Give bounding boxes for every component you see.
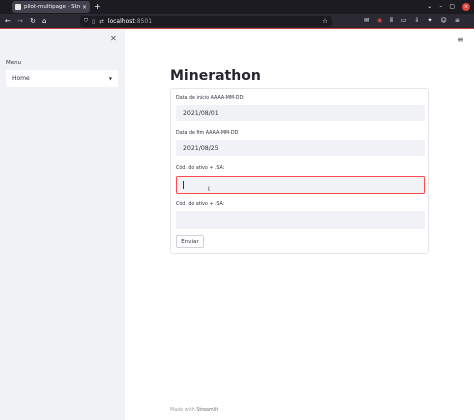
page-content: ✕ Menu Home ▼ ≡ Minerathon Data de iníci…: [0, 30, 474, 420]
end-date-label: Data de fim AAAA-MM-DD: [176, 131, 239, 136]
menu-label: Menu: [6, 60, 22, 66]
forward-icon[interactable]: →: [17, 16, 23, 26]
submit-button[interactable]: Enviar: [176, 235, 204, 248]
asset-code-label: Cód. do ativo + .SA:: [176, 166, 225, 171]
shield-icon: ⛉: [84, 18, 89, 24]
extension-icon[interactable]: ◉: [377, 16, 382, 26]
end-date-input[interactable]: 2021/08/25: [176, 140, 425, 156]
page-select[interactable]: Home ▼: [6, 70, 118, 87]
minimize-icon[interactable]: –: [439, 2, 442, 12]
new-tab-icon[interactable]: +: [94, 2, 101, 12]
tab-list-icon[interactable]: ⌄: [427, 2, 432, 12]
browser-nav-bar: ← → ↻ ⌂ ⛉ ▯ ⇄ localhost:8501 ☆ ✉ ◉ ⫴ ▭ ⇩…: [0, 14, 474, 29]
downloads-icon[interactable]: ⇩: [414, 16, 419, 26]
maximize-icon[interactable]: ▢: [449, 2, 455, 12]
footer-link[interactable]: Streamlit: [196, 408, 218, 413]
chevron-down-icon: ▼: [108, 76, 112, 81]
extensions-icon[interactable]: ✦: [428, 16, 433, 26]
url-bar[interactable]: ⛉ ▯ ⇄ localhost:8501 ☆: [80, 16, 332, 27]
bookmark-star-icon[interactable]: ☆: [322, 16, 328, 27]
window-close-icon[interactable]: ×: [462, 3, 470, 11]
close-icon[interactable]: ✕: [110, 34, 117, 44]
library-icon[interactable]: ⫴: [390, 16, 393, 26]
text-cursor: [183, 181, 184, 189]
tab-close-icon[interactable]: ×: [82, 4, 87, 11]
select-value: Home: [12, 75, 30, 82]
hamburger-menu-icon[interactable]: ≡: [457, 36, 464, 44]
page-title: Minerathon: [170, 68, 261, 84]
sidebar: ✕ Menu Home ▼: [0, 30, 125, 420]
favicon-icon: [15, 4, 21, 10]
account-icon[interactable]: ☺: [441, 16, 447, 26]
asset-code-input[interactable]: [176, 176, 425, 194]
sidebar-toggle-icon[interactable]: ▭: [401, 16, 407, 26]
footer-prefix: Made with: [170, 408, 197, 413]
browser-tab-bar: pilot-multipage · Stre... × + ⌄ – ▢ ×: [0, 0, 474, 14]
tab-title: pilot-multipage · Stre...: [24, 4, 80, 10]
app-menu-icon[interactable]: ≡: [455, 16, 460, 26]
ibeam-cursor-icon: I: [208, 186, 210, 193]
url-host: localhost: [107, 18, 135, 25]
back-icon[interactable]: ←: [5, 16, 11, 26]
start-date-input[interactable]: 2021/08/01: [176, 105, 425, 121]
pocket-icon[interactable]: ✉: [364, 16, 369, 26]
page-info-icon: ▯: [92, 18, 96, 25]
url-port: :8501: [134, 18, 153, 25]
start-date-label: Data de início AAAA-MM-DD:: [176, 96, 245, 101]
browser-tab[interactable]: pilot-multipage · Stre... ×: [12, 1, 90, 13]
asset-code-2-input[interactable]: [176, 211, 425, 229]
form: Data de início AAAA-MM-DD: 2021/08/01 Da…: [170, 88, 429, 254]
home-icon[interactable]: ⌂: [42, 16, 46, 26]
reload-icon[interactable]: ↻: [30, 16, 36, 26]
permissions-icon: ⇄: [99, 18, 104, 25]
footer: Made with Streamlit: [170, 408, 218, 413]
asset-code-2-label: Cód. do ativo + .SA:: [176, 202, 225, 207]
